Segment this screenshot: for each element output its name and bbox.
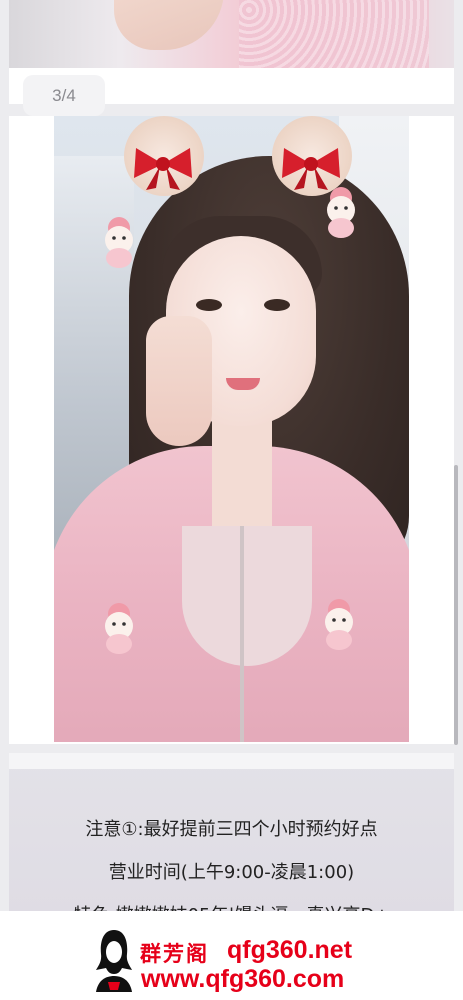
- page-counter: 3/4: [23, 75, 105, 116]
- brand-url-link[interactable]: www.qfg360.com: [141, 965, 344, 994]
- brand-name: 群芳阁: [140, 941, 209, 966]
- photo-main[interactable]: [54, 116, 409, 742]
- woman-silhouette-icon: [96, 930, 132, 992]
- page: 3/4 注意①:最好提前三四个小时预约好点 营业时间(上午9:00-凌晨1:00…: [0, 0, 463, 1000]
- scrollbar[interactable]: [454, 465, 458, 745]
- photo-previous[interactable]: [9, 0, 454, 68]
- text-line-hours: 营业时间(上午9:00-凌晨1:00): [108, 862, 355, 883]
- bear-sticker-icon: [325, 599, 353, 650]
- text-line-notice: 注意①:最好提前三四个小时预约好点: [85, 819, 378, 840]
- brand-domain-link[interactable]: qfg360.net: [227, 936, 352, 965]
- red-bow-icon: [134, 148, 192, 190]
- photo-card-main[interactable]: [9, 116, 454, 744]
- bear-sticker-icon: [105, 217, 133, 268]
- bear-sticker-icon: [327, 187, 355, 238]
- bear-sticker-icon: [105, 603, 133, 654]
